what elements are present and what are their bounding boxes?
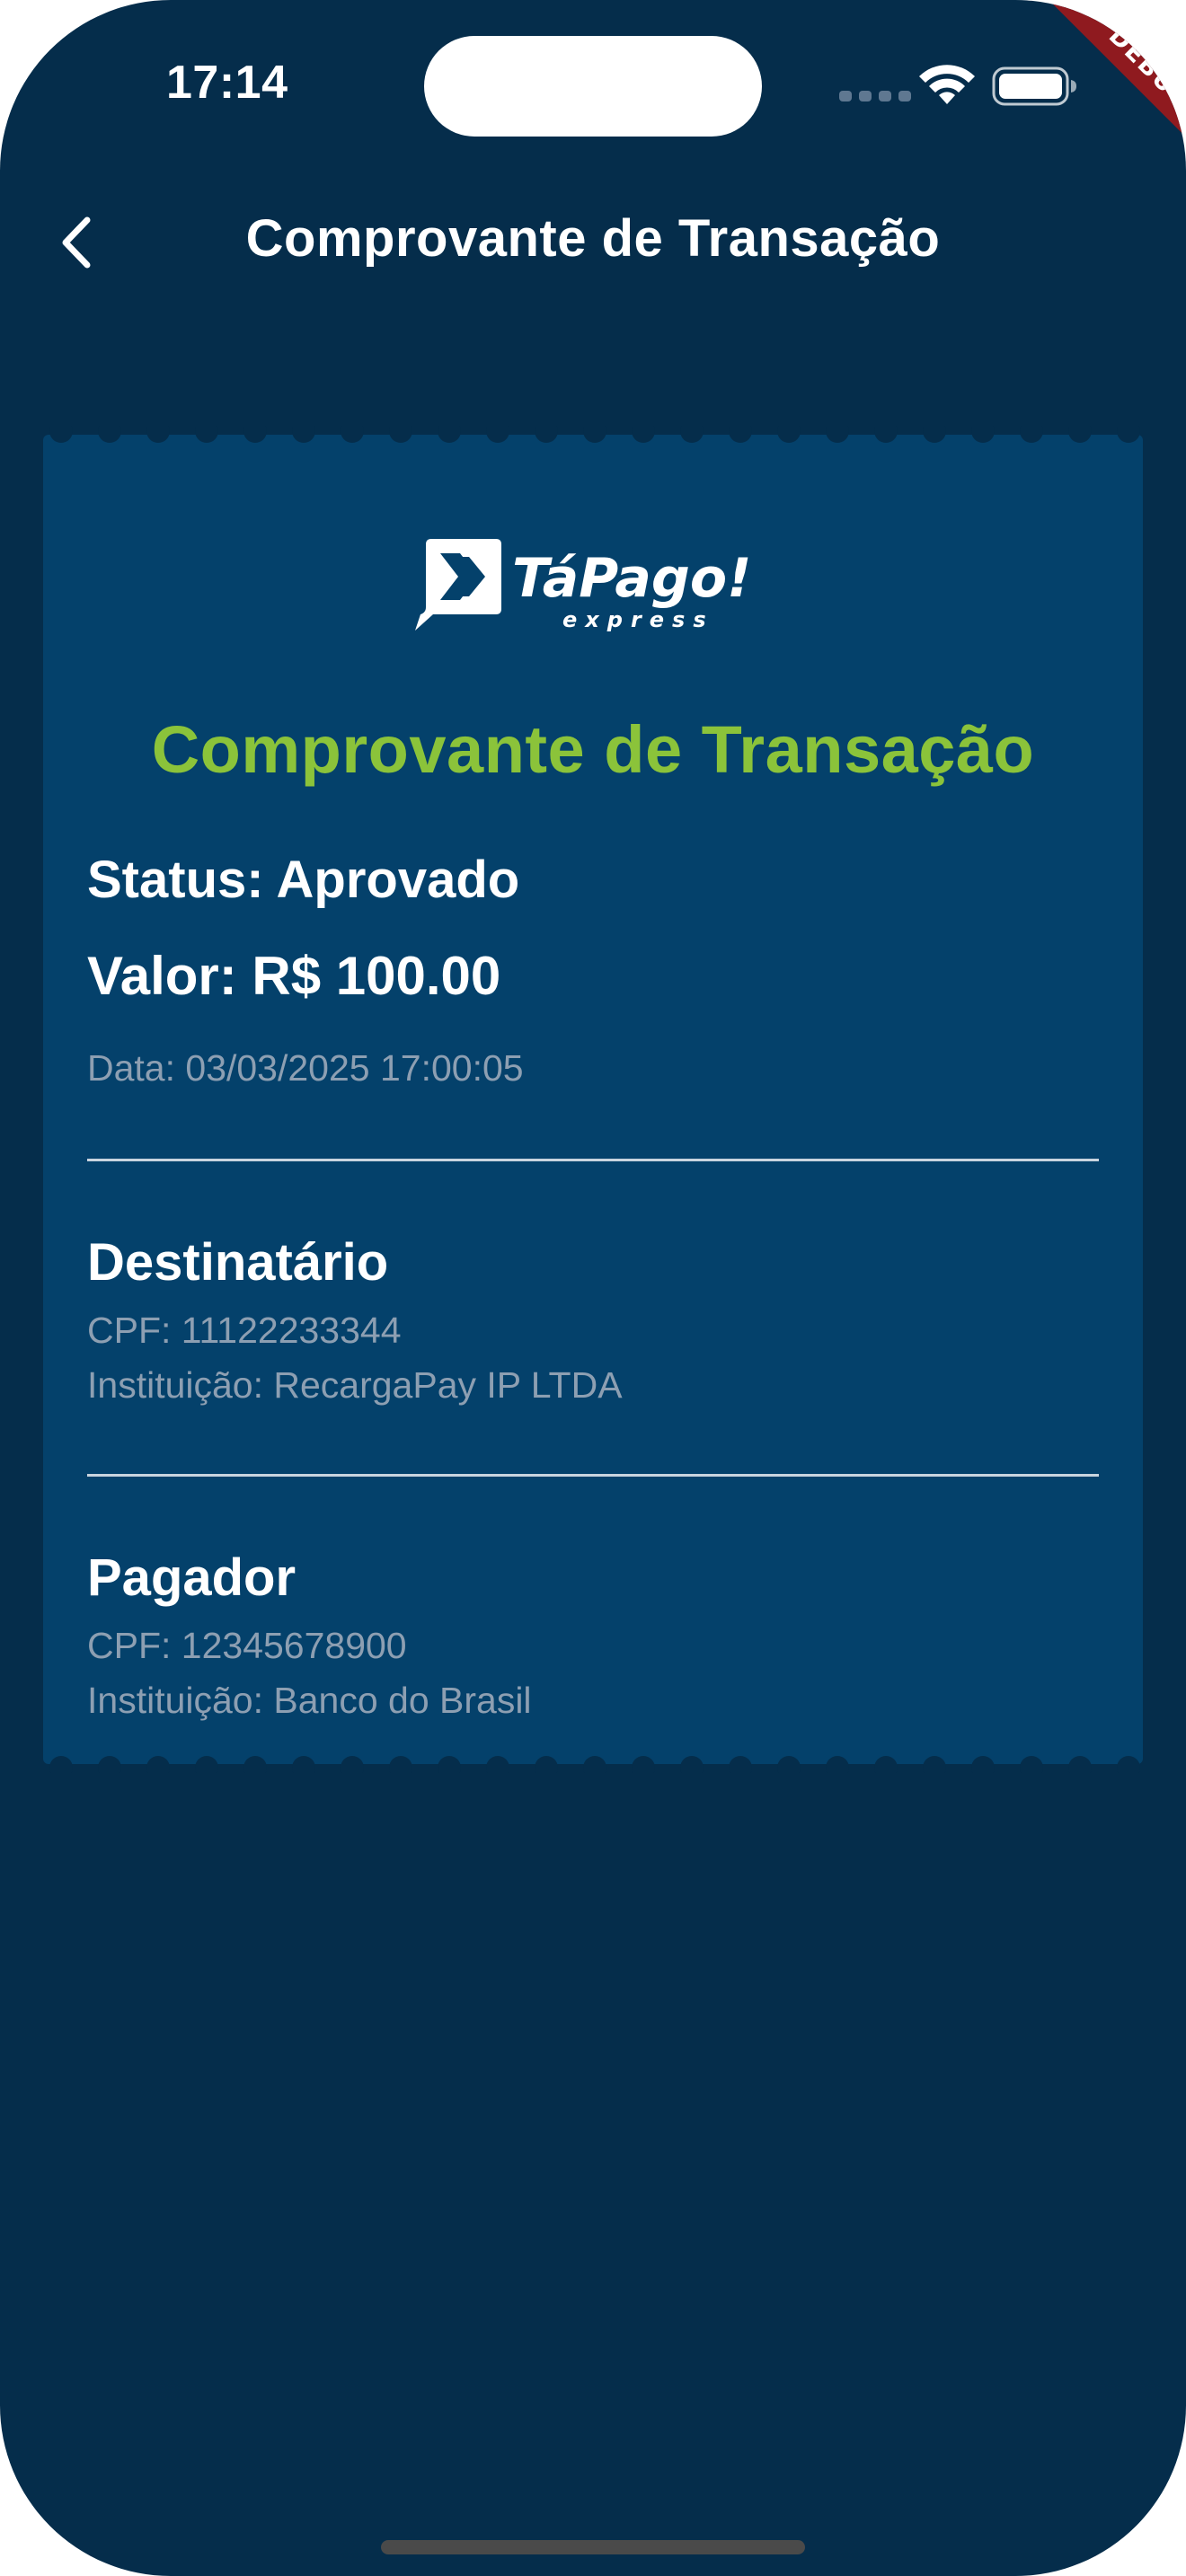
brand-logo: TáPago! express bbox=[415, 539, 751, 632]
transaction-amount: Valor: R$ 100.00 bbox=[87, 946, 501, 1006]
home-indicator[interactable] bbox=[381, 2540, 805, 2554]
wifi-icon bbox=[919, 65, 975, 104]
dynamic-island bbox=[424, 36, 762, 137]
app-screen: 17:14 DEBUG Comprovante de Transação TáP… bbox=[0, 0, 1186, 2576]
divider bbox=[87, 1474, 1099, 1477]
recipient-heading: Destinatário bbox=[87, 1233, 389, 1292]
logo-tagline-text: express bbox=[562, 607, 714, 632]
transaction-receipt-card: TáPago! express Comprovante de Transação… bbox=[43, 426, 1143, 1773]
status-bar-time: 17:14 bbox=[166, 57, 288, 109]
receipt-title: Comprovante de Transação bbox=[151, 712, 1035, 787]
payer-cpf: CPF: 12345678900 bbox=[87, 1625, 407, 1666]
page-title: Comprovante de Transação bbox=[245, 209, 941, 268]
logo-brand-text: TáPago! bbox=[512, 547, 751, 610]
battery-icon bbox=[992, 66, 1076, 106]
divider bbox=[87, 1159, 1099, 1161]
transaction-status: Status: Aprovado bbox=[87, 851, 520, 909]
transaction-date: Data: 03/03/2025 17:00:05 bbox=[87, 1047, 524, 1089]
recipient-cpf: CPF: 11122233344 bbox=[87, 1310, 402, 1351]
payer-heading: Pagador bbox=[87, 1548, 296, 1607]
payer-institution: Instituição: Banco do Brasil bbox=[87, 1680, 532, 1721]
recipient-institution: Instituição: RecargaPay IP LTDA bbox=[87, 1364, 623, 1406]
cellular-signal-icon bbox=[839, 91, 911, 101]
